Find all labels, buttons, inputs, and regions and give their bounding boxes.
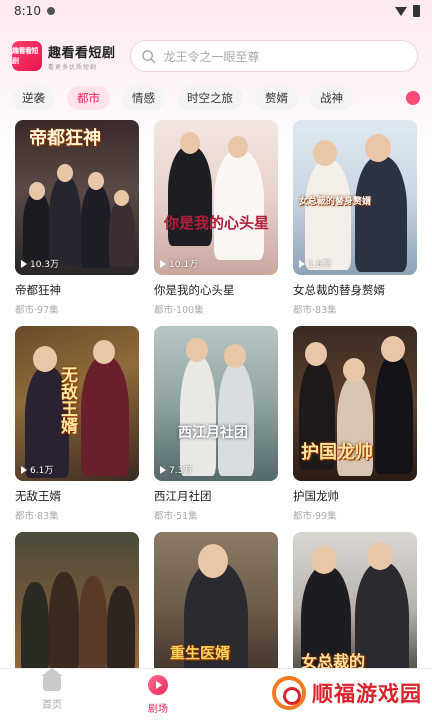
drama-title: 西江月社团 <box>154 489 212 503</box>
play-icon <box>160 465 166 474</box>
app-tagline: 看更多优质短剧 <box>48 63 98 71</box>
drama-poster[interactable]: 重生医婿 <box>154 532 278 687</box>
drama-card[interactable]: 女总裁的 <box>293 532 417 687</box>
status-bar: 8:10 <box>0 0 432 22</box>
drama-title: 帝都狂神 <box>15 283 61 297</box>
poster-title-art: 护国龙帅 <box>301 442 373 463</box>
play-count-value: 7.3万 <box>169 466 193 476</box>
play-count: 10.3万 <box>21 257 59 270</box>
drama-episodes: 100集 <box>176 305 204 316</box>
watermark-text: 顺福游戏园 <box>312 682 422 706</box>
drama-card[interactable]: 重生医婿 <box>154 532 278 687</box>
drama-poster[interactable]: 护国龙帅 <box>293 326 417 481</box>
drama-theater-icon <box>148 675 168 695</box>
nav-drama[interactable]: 剧场 <box>128 675 188 715</box>
play-count-value: 10.1万 <box>169 260 199 270</box>
category-tab-qinggan[interactable]: 情感 <box>122 86 165 110</box>
category-tab-dushi[interactable]: 都市 <box>67 86 110 110</box>
drama-genre: 都市 <box>15 511 35 522</box>
drama-card[interactable] <box>15 532 139 687</box>
drama-title: 无敌王婿 <box>15 489 61 503</box>
play-count-value: 10.3万 <box>30 260 60 270</box>
more-categories-icon[interactable] <box>406 91 420 105</box>
play-icon <box>299 259 305 268</box>
poster-title-art: 西江月社团 <box>178 425 248 441</box>
drama-meta: 都市·97集 <box>15 305 59 316</box>
brand: 趣看看短剧 看更多优质短剧 <box>48 42 116 71</box>
play-count: 1.6万 <box>299 257 331 270</box>
drama-meta: 都市·99集 <box>293 511 337 522</box>
site-watermark: 顺福游戏园 <box>266 674 428 712</box>
drama-title: 女总裁的替身赘婿 <box>293 283 385 297</box>
drama-genre: 都市 <box>15 305 35 316</box>
drama-card[interactable]: 无敌王婿 6.1万 无敌王婿 都市·83集 <box>15 326 139 522</box>
drama-episodes: 99集 <box>315 511 337 522</box>
drama-genre: 都市 <box>154 511 174 522</box>
play-count: 10.1万 <box>160 257 198 270</box>
poster-title-art: 帝都狂神 <box>29 128 101 149</box>
home-icon <box>41 668 63 691</box>
play-count-value: 6.1万 <box>30 466 54 476</box>
category-tab-zhuixu[interactable]: 赘婿 <box>255 86 298 110</box>
watermark-logo-icon <box>272 676 306 710</box>
drama-meta: 都市·51集 <box>154 511 198 522</box>
drama-meta: 都市·83集 <box>293 305 337 316</box>
poster-title-art: 女总裁的替身赘婿 <box>299 197 372 207</box>
drama-poster[interactable]: 无敌王婿 6.1万 <box>15 326 139 481</box>
drama-card[interactable]: 你是我的心头星 10.1万 你是我的心头星 都市·100集 <box>154 120 278 316</box>
drama-episodes: 83集 <box>37 511 59 522</box>
drama-card[interactable]: 西江月社团 7.3万 西江月社团 都市·51集 <box>154 326 278 522</box>
poster-title-art: 你是我的心头星 <box>164 214 270 232</box>
wifi-icon <box>395 6 407 16</box>
drama-poster[interactable]: 女总裁的 <box>293 532 417 687</box>
app-logo: 趣看看短剧 <box>12 41 42 71</box>
drama-meta: 都市·83集 <box>15 511 59 522</box>
drama-poster[interactable]: 你是我的心头星 10.1万 <box>154 120 278 275</box>
nav-drama-label: 剧场 <box>148 704 168 715</box>
poster-title-art: 无敌王婿 <box>57 366 77 434</box>
drama-poster[interactable] <box>15 532 139 687</box>
play-count: 6.1万 <box>21 463 53 476</box>
search-icon <box>141 49 155 63</box>
drama-title: 护国龙帅 <box>293 489 339 503</box>
drama-episodes: 51集 <box>176 511 198 522</box>
category-tab-nixi[interactable]: 逆袭 <box>12 86 55 110</box>
drama-episodes: 97集 <box>37 305 59 316</box>
play-icon <box>21 465 27 474</box>
play-count-value: 1.6万 <box>308 260 332 270</box>
poster-title-art: 重生医婿 <box>170 644 231 662</box>
drama-meta: 都市·100集 <box>154 305 204 316</box>
search-bar[interactable]: 龙王令之一眼至尊 <box>129 40 418 72</box>
category-tab-zhanshen[interactable]: 战神 <box>310 86 353 110</box>
logo-text: 趣看看短剧 <box>12 47 39 65</box>
nav-home[interactable]: 首页 <box>22 668 82 711</box>
play-count: 7.3万 <box>160 463 192 476</box>
drama-poster[interactable]: 女总裁的替身赘婿 1.6万 <box>293 120 417 275</box>
drama-title: 你是我的心头星 <box>154 283 235 297</box>
drama-poster[interactable]: 帝都狂神 10.3万 <box>15 120 139 275</box>
play-icon <box>21 259 27 268</box>
drama-card[interactable]: 女总裁的替身赘婿 1.6万 女总裁的替身赘婿 都市·83集 <box>293 120 417 316</box>
drama-genre: 都市 <box>293 305 313 316</box>
status-time: 8:10 <box>14 4 41 18</box>
drama-episodes: 83集 <box>315 305 337 316</box>
search-placeholder: 龙王令之一眼至尊 <box>163 49 260 64</box>
notification-icon <box>46 7 55 15</box>
play-icon <box>160 259 166 268</box>
nav-home-label: 首页 <box>42 700 62 711</box>
app-header: 趣看看短剧 趣看看短剧 看更多优质短剧 龙王令之一眼至尊 <box>12 36 418 76</box>
drama-card[interactable]: 护国龙帅 护国龙帅 都市·99集 <box>293 326 417 522</box>
drama-card[interactable]: 帝都狂神 10.3万 帝都狂神 都市·97集 <box>15 120 139 316</box>
category-tabs: 逆袭 都市 情感 时空之旅 赘婿 战神 <box>12 86 420 110</box>
drama-genre: 都市 <box>154 305 174 316</box>
category-tab-shikong[interactable]: 时空之旅 <box>177 86 243 110</box>
app-name: 趣看看短剧 <box>48 45 116 61</box>
battery-icon <box>413 5 420 17</box>
drama-genre: 都市 <box>293 511 313 522</box>
drama-poster[interactable]: 西江月社团 7.3万 <box>154 326 278 481</box>
